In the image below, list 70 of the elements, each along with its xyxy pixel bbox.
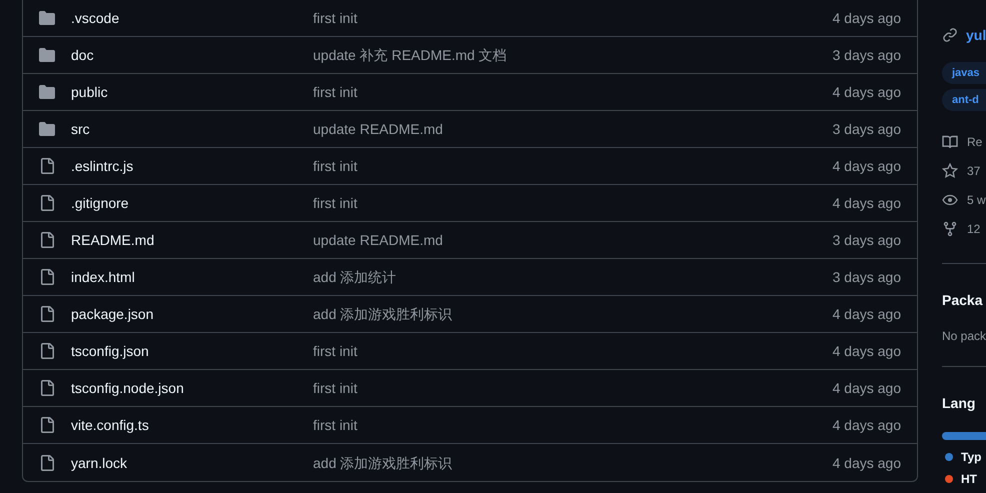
commit-message[interactable]: update README.md	[313, 230, 832, 250]
file-name[interactable]: public	[71, 82, 313, 102]
commit-age: 4 days ago	[832, 379, 901, 398]
section-heading: Lang	[942, 394, 976, 413]
file-name[interactable]: src	[71, 119, 313, 139]
folder-icon	[39, 10, 55, 26]
file-name[interactable]: vite.config.ts	[71, 415, 313, 435]
file-name[interactable]: yarn.lock	[71, 452, 313, 472]
commit-age: 4 days ago	[832, 342, 901, 361]
fork-icon	[942, 221, 958, 237]
commit-age: 3 days ago	[832, 231, 901, 250]
commit-message[interactable]: first init	[313, 82, 832, 102]
repo-stat[interactable]: 12	[967, 220, 980, 238]
file-name[interactable]: index.html	[71, 267, 313, 287]
file-icon	[39, 454, 55, 470]
language-bar	[942, 432, 986, 440]
commit-age: 4 days ago	[832, 194, 901, 213]
commit-message[interactable]: first init	[313, 156, 832, 176]
file-icon	[39, 232, 55, 248]
link-icon	[942, 27, 958, 43]
commit-message[interactable]: first init	[313, 415, 832, 435]
commit-message[interactable]: first init	[313, 193, 832, 213]
eye-icon	[942, 192, 958, 208]
commit-message[interactable]: add 添加统计	[313, 267, 832, 287]
file-icon	[39, 380, 55, 396]
commit-age: 4 days ago	[832, 416, 901, 435]
folder-icon	[39, 47, 55, 63]
file-icon	[39, 417, 55, 433]
repo-stat[interactable]: 5 w	[967, 191, 986, 209]
commit-message[interactable]: add 添加游戏胜利标识	[313, 452, 832, 472]
file-name[interactable]: .vscode	[71, 8, 313, 28]
file-name[interactable]: package.json	[71, 304, 313, 324]
file-icon	[39, 158, 55, 174]
commit-message[interactable]: first init	[313, 378, 832, 398]
commit-age: 3 days ago	[832, 268, 901, 287]
file-name[interactable]: .gitignore	[71, 193, 313, 213]
file-name[interactable]: tsconfig.node.json	[71, 378, 313, 398]
commit-age: 3 days ago	[832, 46, 901, 65]
book-icon	[942, 134, 958, 150]
commit-age: 3 days ago	[832, 120, 901, 139]
file-name[interactable]: README.md	[71, 230, 313, 250]
section-heading: Packa	[942, 291, 984, 310]
repo-stat[interactable]: 37	[967, 162, 980, 180]
commit-age: 4 days ago	[832, 9, 901, 28]
packages-note: No pack	[942, 328, 986, 344]
language-name[interactable]: HT	[961, 471, 977, 487]
star-icon	[942, 163, 958, 179]
file-name[interactable]: tsconfig.json	[71, 341, 313, 361]
commit-message[interactable]: add 添加游戏胜利标识	[313, 304, 832, 324]
commit-message[interactable]: update README.md	[313, 119, 832, 139]
topic-tag[interactable]: javas	[942, 62, 986, 84]
folder-icon	[39, 121, 55, 137]
commit-message[interactable]: first init	[313, 341, 832, 361]
language-name[interactable]: Typ	[961, 449, 982, 465]
file-name[interactable]: doc	[71, 45, 313, 65]
repo-stat[interactable]: Re	[967, 133, 982, 151]
commit-message[interactable]: first init	[313, 8, 832, 28]
file-name[interactable]: .eslintrc.js	[71, 156, 313, 176]
file-icon	[39, 343, 55, 359]
file-icon	[39, 269, 55, 285]
website-link[interactable]: yul	[966, 25, 986, 45]
topic-tag[interactable]: ant-d	[942, 89, 986, 111]
file-icon	[39, 306, 55, 322]
commit-age: 4 days ago	[832, 454, 901, 472]
commit-age: 4 days ago	[832, 157, 901, 176]
file-icon	[39, 195, 55, 211]
folder-icon	[39, 84, 55, 100]
commit-age: 4 days ago	[832, 83, 901, 102]
commit-message[interactable]: update 补充 README.md 文档	[313, 45, 832, 65]
commit-age: 4 days ago	[832, 305, 901, 324]
